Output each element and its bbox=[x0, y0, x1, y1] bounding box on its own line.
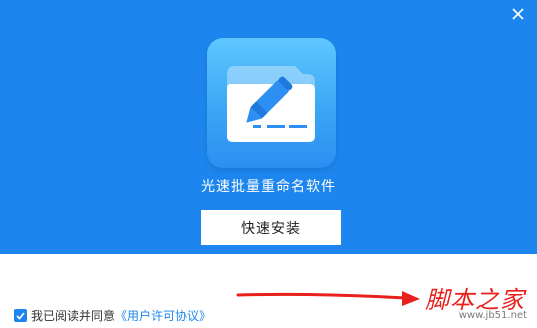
app-title: 光速批量重命名软件 bbox=[201, 179, 336, 195]
app-logo bbox=[207, 38, 336, 168]
license-agreement-link[interactable]: 《用户许可协议》 bbox=[115, 307, 211, 324]
rename-folder-pencil-icon bbox=[227, 66, 315, 142]
quick-install-button[interactable]: 快速安装 bbox=[201, 210, 341, 245]
watermark: 脚本之家 www.jb51.net bbox=[397, 280, 527, 326]
checkmark-icon bbox=[16, 311, 25, 320]
watermark-url: www.jb51.net bbox=[458, 310, 527, 321]
agree-checkbox[interactable] bbox=[14, 308, 27, 322]
header-panel: 光速批量重命名软件 快速安装 bbox=[0, 0, 537, 254]
agreement-text: 我已阅读并同意 bbox=[31, 308, 116, 323]
close-button[interactable] bbox=[509, 5, 527, 23]
agreement-row: 我已阅读并同意 《用户许可协议》 bbox=[14, 306, 211, 324]
close-icon[interactable] bbox=[509, 5, 527, 23]
